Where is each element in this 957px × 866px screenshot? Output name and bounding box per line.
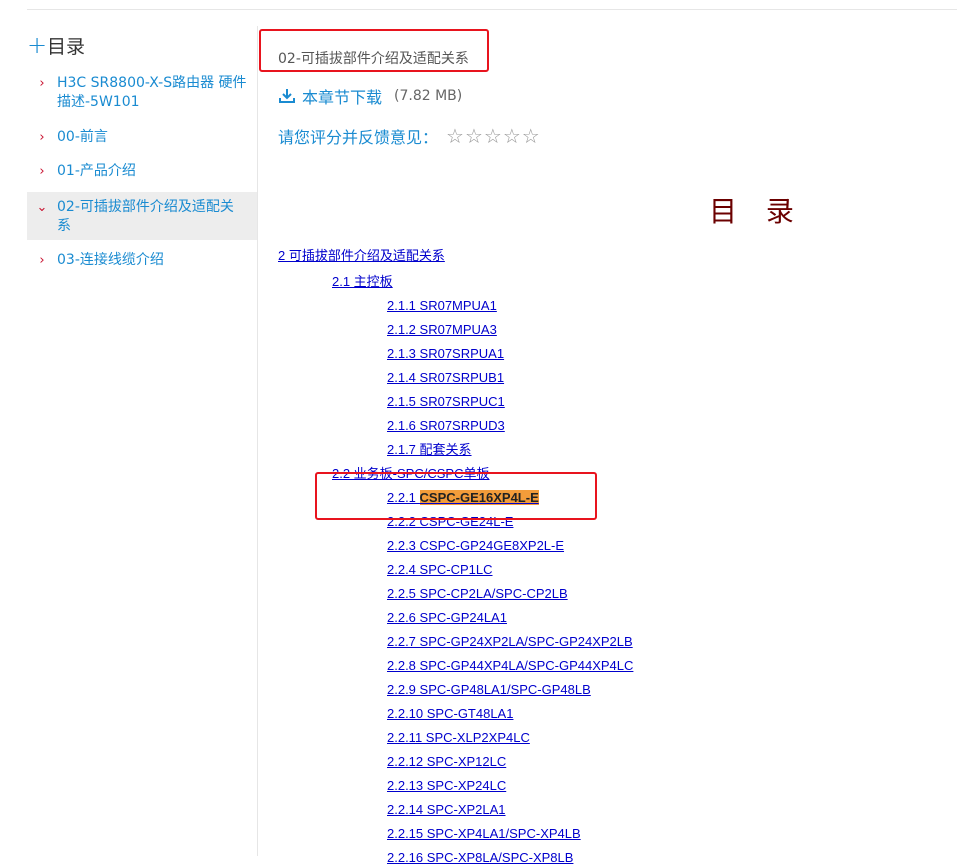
search-highlight: CSPC-GE16XP4L-E	[419, 490, 539, 505]
plus-icon[interactable]: +	[27, 33, 47, 57]
rating-stars[interactable]: ☆ ☆ ☆ ☆ ☆	[446, 126, 541, 146]
toc-link-item[interactable]: 2.1.6 SR07SRPUD3	[387, 418, 505, 434]
toc-link-2-2-1[interactable]: 2.2.1 CSPC-GE16XP4L-E	[387, 490, 539, 506]
chevron-right-icon: ›	[39, 164, 45, 179]
toc-link-item[interactable]: 2.1.2 SR07MPUA3	[387, 322, 497, 338]
toc-link-item[interactable]: 2.1.5 SR07SRPUC1	[387, 394, 505, 410]
toc-link-item[interactable]: 2.1.4 SR07SRPUB1	[387, 370, 504, 386]
toc-link-item[interactable]: 2.2.14 SPC-XP2LA1	[387, 802, 506, 818]
rating-label: 请您评分并反馈意见：	[278, 128, 439, 147]
toc-link-section-2-1[interactable]: 2.1 主控板	[332, 274, 393, 290]
sidebar-item-preface[interactable]: › 00-前言	[27, 128, 257, 147]
star-icon[interactable]: ☆	[522, 126, 540, 146]
toc-link-chapter[interactable]: 2 可插拔部件介绍及适配关系	[278, 248, 445, 264]
star-icon[interactable]: ☆	[484, 126, 502, 146]
sidebar-item-hardware-description[interactable]: › H3C SR8800-X-S路由器 硬件描述-5W101	[27, 74, 257, 112]
download-icon[interactable]	[278, 87, 296, 105]
toc-link-section-2-2[interactable]: 2.2 业务板-SPC/CSPC单板	[332, 466, 489, 482]
toc-link-item[interactable]: 2.2.6 SPC-GP24LA1	[387, 610, 507, 626]
sidebar-item-product-intro[interactable]: › 01-产品介绍	[27, 162, 257, 181]
toc-link-item[interactable]: 2.2.7 SPC-GP24XP2LA/SPC-GP24XP2LB	[387, 634, 633, 650]
toc-link-item[interactable]: 2.2.4 SPC-CP1LC	[387, 562, 493, 578]
sidebar-divider	[257, 26, 258, 856]
rating-row: 请您评分并反馈意见： ☆ ☆ ☆ ☆ ☆	[278, 124, 541, 148]
sidebar-item-label: 00-前言	[57, 129, 108, 145]
toc-link-item[interactable]: 2.1.7 配套关系	[387, 442, 472, 458]
toc-link-item[interactable]: 2.2.13 SPC-XP24LC	[387, 778, 506, 794]
chapter-download[interactable]: 本章节下载 (7.82 MB)	[278, 84, 462, 108]
toc-link-item[interactable]: 2.1.1 SR07MPUA1	[387, 298, 497, 314]
toc-link-item[interactable]: 2.2.9 SPC-GP48LA1/SPC-GP48LB	[387, 682, 591, 698]
top-rule	[27, 9, 957, 10]
sidebar-item-label: H3C SR8800-X-S路由器 硬件描述-5W101	[57, 75, 247, 110]
toc-link-item[interactable]: 2.2.8 SPC-GP44XP4LA/SPC-GP44XP4LC	[387, 658, 633, 674]
star-icon[interactable]: ☆	[465, 126, 483, 146]
sidebar-item-cables[interactable]: › 03-连接线缆介绍	[27, 251, 257, 270]
toc-link-item[interactable]: 2.2.5 SPC-CP2LA/SPC-CP2LB	[387, 586, 568, 602]
toc-link-item[interactable]: 2.1.3 SR07SRPUA1	[387, 346, 504, 362]
toc-link-item[interactable]: 2.2.16 SPC-XP8LA/SPC-XP8LB	[387, 850, 573, 866]
toc-link-item[interactable]: 2.2.2 CSPC-GE24L-E	[387, 514, 513, 530]
doc-title: 目 录	[709, 195, 804, 228]
toc-link-item[interactable]: 2.2.11 SPC-XLP2XP4LC	[387, 730, 530, 746]
chevron-right-icon: ›	[39, 76, 45, 91]
toc-header[interactable]: + 目录	[27, 31, 85, 59]
sidebar-item-label: 02-可插拔部件介绍及适配关系	[57, 199, 234, 234]
sidebar-item-pluggable-parts[interactable]: ⌄ 02-可插拔部件介绍及适配关系	[27, 192, 257, 240]
toc-link-item[interactable]: 2.2.10 SPC-GT48LA1	[387, 706, 513, 722]
sidebar-item-label: 01-产品介绍	[57, 163, 136, 179]
toc-link-item[interactable]: 2.2.12 SPC-XP12LC	[387, 754, 506, 770]
chevron-right-icon: ›	[39, 130, 45, 145]
toc-header-title: 目录	[47, 35, 86, 58]
toc-link-item[interactable]: 2.2.15 SPC-XP4LA1/SPC-XP4LB	[387, 826, 581, 842]
download-link[interactable]: 本章节下载	[302, 84, 382, 108]
toc-link-item[interactable]: 2.2.3 CSPC-GP24GE8XP2L-E	[387, 538, 564, 554]
sidebar-item-label: 03-连接线缆介绍	[57, 252, 164, 268]
chapter-title: 02-可插拔部件介绍及适配关系	[278, 51, 469, 67]
chevron-right-icon: ›	[39, 253, 45, 268]
toc-link-number: 2.2.1	[387, 490, 420, 505]
star-icon[interactable]: ☆	[446, 126, 464, 146]
chevron-down-icon: ⌄	[36, 200, 48, 215]
star-icon[interactable]: ☆	[503, 126, 521, 146]
download-size: (7.82 MB)	[394, 88, 463, 104]
